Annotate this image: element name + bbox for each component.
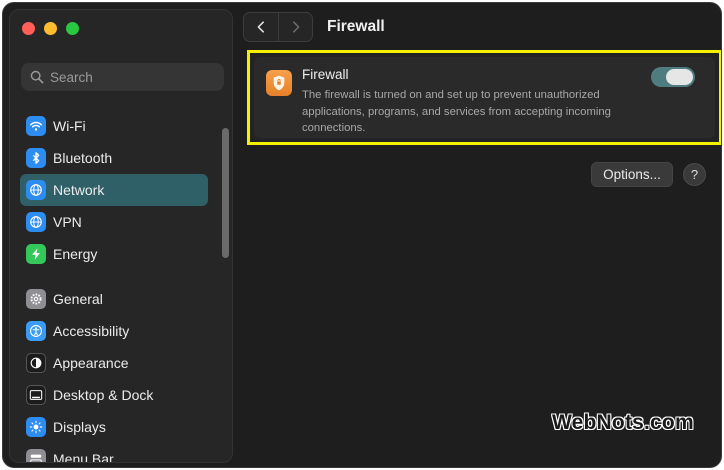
firewall-shield-icon: [266, 70, 292, 96]
accessibility-icon: [26, 321, 46, 341]
firewall-title: Firewall: [302, 67, 349, 82]
appearance-icon: [26, 353, 46, 373]
sidebar-item-label: Energy: [53, 246, 98, 262]
minimize-window-button[interactable]: [44, 22, 57, 35]
sidebar-item-label: General: [53, 291, 103, 307]
globe-icon: [26, 180, 46, 200]
search-placeholder: Search: [50, 69, 93, 85]
sidebar-item-accessibility[interactable]: Accessibility: [20, 315, 208, 347]
dock-icon: [26, 385, 46, 405]
zoom-window-button[interactable]: [66, 22, 79, 35]
firewall-toggle[interactable]: [651, 67, 695, 87]
menu-bar-icon: [26, 449, 46, 462]
navigation-buttons: [243, 12, 313, 42]
sidebar-item-vpn[interactable]: VPN: [20, 206, 208, 238]
sidebar-item-label: Wi-Fi: [53, 118, 86, 134]
sidebar-item-label: Desktop & Dock: [53, 387, 154, 403]
search-input[interactable]: Search: [21, 63, 224, 91]
toggle-knob: [666, 69, 693, 85]
page-title: Firewall: [327, 18, 385, 35]
chevron-left-icon: [257, 21, 264, 33]
vpn-globe-icon: [26, 212, 46, 232]
sidebar-item-label: Accessibility: [53, 323, 130, 339]
sidebar-item-menu-bar[interactable]: Menu Bar: [20, 443, 208, 463]
sidebar-item-network[interactable]: Network: [20, 174, 208, 206]
sidebar-item-appearance[interactable]: Appearance: [20, 347, 208, 379]
bolt-icon: [26, 244, 46, 264]
firewall-card: Firewall The firewall is turned on and s…: [254, 57, 715, 138]
firewall-card-highlight: Firewall The firewall is turned on and s…: [247, 50, 721, 145]
sidebar-item-label: Network: [53, 182, 105, 198]
chevron-right-icon: [292, 21, 299, 33]
sidebar-item-bluetooth[interactable]: Bluetooth: [20, 142, 208, 174]
sidebar-item-label: Menu Bar: [53, 451, 114, 463]
sidebar-item-displays[interactable]: Displays: [20, 411, 208, 443]
settings-window: Search Wi-Fi Bluetooth Network VPN Energ…: [2, 2, 722, 468]
help-button[interactable]: ?: [683, 163, 706, 186]
gear-icon: [26, 289, 46, 309]
toolbar: Firewall: [243, 11, 385, 43]
sidebar-item-label: VPN: [53, 214, 82, 230]
sun-icon: [26, 417, 46, 437]
options-button[interactable]: Options...: [591, 162, 673, 187]
sidebar: Search Wi-Fi Bluetooth Network VPN Energ…: [9, 9, 233, 463]
sidebar-item-label: Appearance: [53, 355, 129, 371]
back-button[interactable]: [244, 13, 278, 41]
sidebar-item-energy[interactable]: Energy: [20, 238, 208, 270]
sidebar-item-desktop-dock[interactable]: Desktop & Dock: [20, 379, 208, 411]
firewall-description: The firewall is turned on and set up to …: [302, 89, 611, 134]
sidebar-scrollbar[interactable]: [222, 128, 229, 258]
window-controls: [22, 22, 79, 35]
close-window-button[interactable]: [22, 22, 35, 35]
sidebar-nav: Wi-Fi Bluetooth Network VPN Energy Gener…: [20, 110, 208, 463]
forward-button[interactable]: [278, 13, 312, 41]
sidebar-item-label: Displays: [53, 419, 106, 435]
sidebar-item-label: Bluetooth: [53, 150, 113, 166]
watermark: WebNots.com: [552, 411, 694, 434]
wifi-icon: [26, 116, 46, 136]
bluetooth-icon: [26, 148, 46, 168]
search-icon: [30, 70, 44, 84]
sidebar-item-general[interactable]: General: [20, 283, 208, 315]
sidebar-item-wifi[interactable]: Wi-Fi: [20, 110, 208, 142]
